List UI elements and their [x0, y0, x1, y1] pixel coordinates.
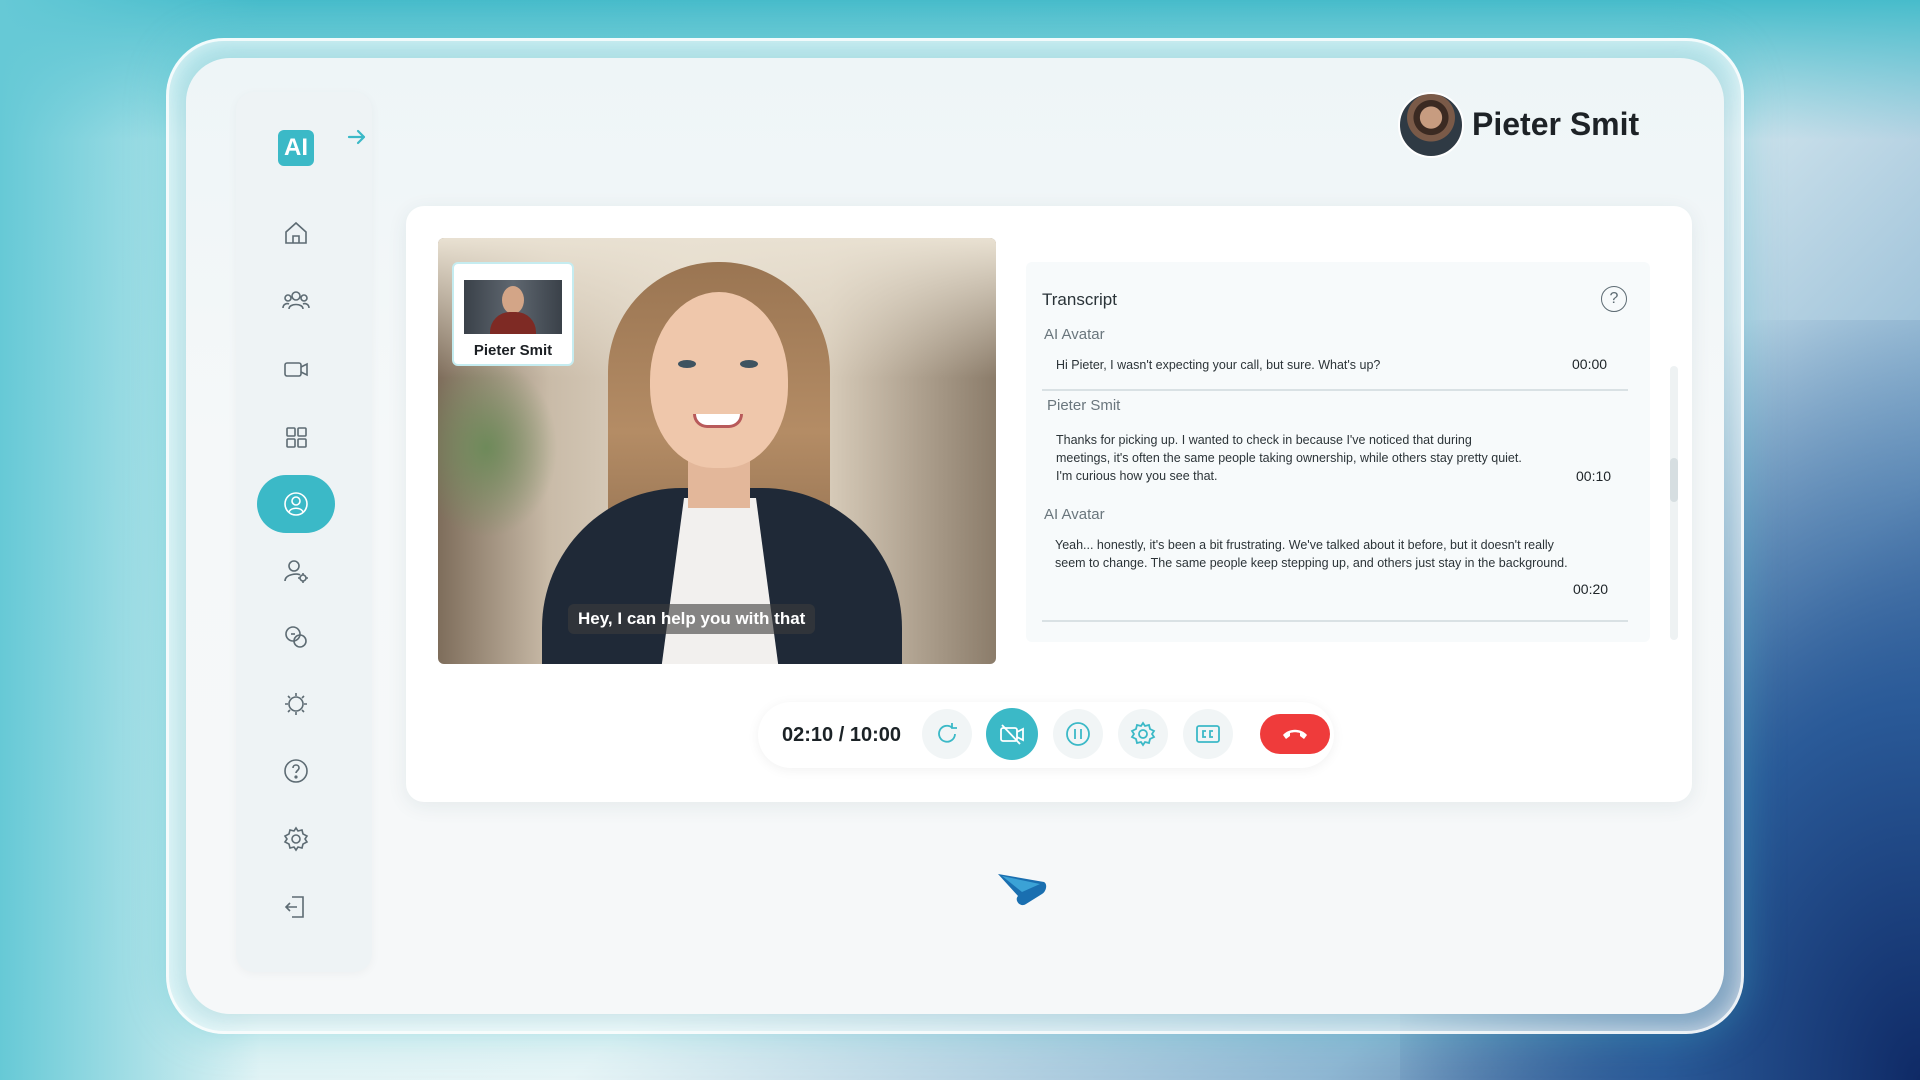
restart-button[interactable]: [922, 709, 972, 759]
transcript-message: Yeah... honestly, it's been a bit frustr…: [1055, 538, 1568, 570]
chat-bubbles-icon: [285, 626, 307, 648]
call-settings-button[interactable]: [1118, 709, 1168, 759]
transcript-message: Hi Pieter, I wasn't expecting your call,…: [1056, 358, 1381, 372]
self-view-image: [464, 280, 562, 334]
avatar[interactable]: [1398, 92, 1464, 158]
avatar-icon: [284, 492, 308, 516]
call-timer: 02:10 / 10:00: [782, 724, 901, 746]
sidebar-item-user-settings[interactable]: [257, 542, 335, 600]
cc-icon: [1196, 725, 1220, 743]
transcript-divider: [1042, 620, 1628, 622]
video-background-plant: [438, 358, 558, 538]
arrow-right-icon: [347, 129, 366, 145]
transcript-scrollbar[interactable]: [1670, 366, 1678, 640]
sidebar-item-home[interactable]: [257, 204, 335, 262]
sidebar-item-scenarios[interactable]: [257, 608, 335, 666]
avatar-eye-left: [678, 360, 696, 368]
self-view-shirt: [490, 312, 536, 334]
video-off-icon: [1000, 724, 1024, 745]
avatar-mouth: [693, 414, 743, 428]
users-icon: [282, 291, 310, 310]
end-call-button[interactable]: [1260, 714, 1330, 754]
cms-gear-icon: [285, 693, 307, 715]
transcript-help-icon[interactable]: ?: [1601, 286, 1627, 312]
gear-icon: [283, 826, 309, 852]
avatar-face: [650, 292, 788, 468]
home-icon: [285, 221, 307, 244]
gear-icon: [1130, 721, 1156, 747]
self-view-name: Pieter Smit: [473, 342, 553, 359]
help-icon: [284, 759, 308, 783]
sidebar-item-settings[interactable]: [257, 810, 335, 868]
app-logo: AI: [278, 130, 314, 166]
refresh-icon: [938, 723, 957, 743]
transcript-divider: [1042, 389, 1628, 391]
expand-sidebar-button[interactable]: [344, 124, 370, 150]
transcript-speaker: Pieter Smit: [1047, 397, 1121, 414]
pause-button[interactable]: [1053, 709, 1103, 759]
sidebar-item-cms[interactable]: [257, 675, 335, 733]
captions-button[interactable]: [1183, 709, 1233, 759]
avatar-eye-right: [740, 360, 758, 368]
transcript-title: Transcript: [1042, 290, 1117, 309]
toggle-video-button[interactable]: [986, 708, 1038, 760]
transcript-scroll-thumb[interactable]: [1670, 458, 1678, 502]
sidebar-item-ai-avatar[interactable]: [257, 475, 335, 533]
video-icon: [284, 362, 308, 377]
pause-icon: [1066, 722, 1090, 746]
sidebar-item-help[interactable]: [257, 742, 335, 800]
self-view-thumbnail[interactable]: Pieter Smit: [452, 262, 574, 366]
transcript-speaker: AI Avatar: [1044, 506, 1105, 523]
sidebar-item-video[interactable]: [257, 340, 335, 398]
pointer-cursor-icon: [998, 874, 1047, 906]
grid-icon: [286, 427, 307, 448]
sidebar-item-teams[interactable]: [257, 272, 335, 330]
user-gear-icon: [284, 560, 308, 583]
self-view-head: [502, 286, 524, 314]
sidebar-item-logout[interactable]: [257, 878, 335, 936]
logout-icon: [284, 896, 304, 918]
transcript-message: Thanks for picking up. I wanted to check…: [1056, 433, 1522, 483]
transcript-timestamp: 00:00: [1572, 356, 1608, 372]
sidebar-item-dashboard[interactable]: [257, 408, 335, 466]
transcript-timestamp: 00:10: [1576, 468, 1612, 484]
transcript-timestamp: 00:20: [1573, 581, 1609, 597]
user-name: Pieter Smit: [1472, 106, 1640, 142]
live-caption: Hey, I can help you with that: [568, 604, 816, 634]
transcript-speaker: AI Avatar: [1044, 326, 1105, 343]
end-call-icon: [1283, 729, 1307, 739]
